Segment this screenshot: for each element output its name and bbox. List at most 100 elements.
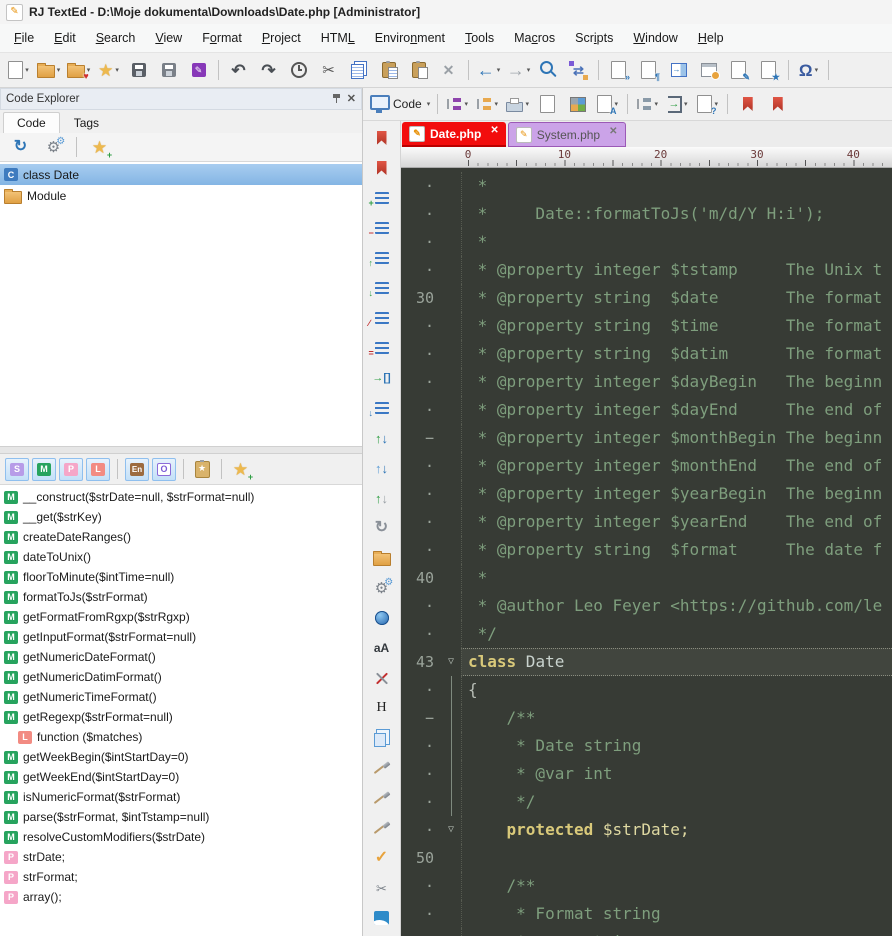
bookmark-button[interactable] — [763, 91, 792, 118]
function-list-item[interactable]: MisNumericFormat($strFormat) — [0, 787, 362, 807]
outline-options-button[interactable]: ▾ — [633, 91, 662, 118]
line-number-gutter[interactable]: · — [401, 312, 441, 340]
close-icon[interactable]: ✕ — [347, 94, 356, 105]
line-number-gutter[interactable]: − — [401, 424, 441, 452]
save-all-button[interactable] — [154, 57, 183, 84]
menu-format[interactable]: Format — [192, 26, 252, 50]
save-button[interactable] — [124, 57, 153, 84]
color-picker-button[interactable] — [563, 91, 592, 118]
syntax-mode-button[interactable]: Code▾ — [368, 91, 432, 118]
change-case-button[interactable]: aA — [369, 636, 395, 660]
code-line[interactable]: ·{ — [401, 676, 892, 704]
code-line[interactable]: 43▽class Date — [401, 648, 892, 676]
function-list-item[interactable]: MgetFormatFromRgxp($strRgxp) — [0, 607, 362, 627]
preview-in-browser-button[interactable] — [369, 606, 395, 630]
bookmark-add-button[interactable]: + — [733, 91, 762, 118]
add-favorite-button[interactable]: ★+ — [229, 458, 252, 480]
navigate-back-button[interactable]: ←▾ — [474, 57, 503, 84]
line-number-gutter[interactable]: · — [401, 368, 441, 396]
refresh-button[interactable]: ↻ — [6, 134, 35, 161]
code-line[interactable]: 40 * — [401, 564, 892, 592]
line-number-gutter[interactable]: 30 — [401, 284, 441, 312]
print-button[interactable]: ▾ — [503, 91, 532, 118]
line-number-gutter[interactable]: 40 — [401, 564, 441, 592]
charts-button[interactable] — [369, 906, 395, 930]
insert-line-button[interactable]: + — [369, 186, 395, 210]
options-button[interactable]: ⚙ — [369, 576, 395, 600]
validate-button[interactable]: ✓ — [369, 846, 395, 870]
side-panel-button[interactable] — [664, 57, 693, 84]
edit-document-button[interactable]: ✎ — [724, 57, 753, 84]
menu-project[interactable]: Project — [252, 26, 311, 50]
special-characters-button[interactable]: Ω▾ — [794, 57, 823, 84]
templates-button[interactable] — [369, 546, 395, 570]
function-list-item[interactable]: MgetInputFormat($strFormat=null) — [0, 627, 362, 647]
sort-ascending-button[interactable] — [369, 426, 395, 450]
document-help-button[interactable]: ?▾ — [693, 91, 722, 118]
code-line[interactable]: · */ — [401, 620, 892, 648]
new-file-button[interactable]: ▾ — [4, 57, 33, 84]
document-info-button[interactable] — [533, 91, 562, 118]
insert-tag-button[interactable] — [369, 366, 395, 390]
function-list-item[interactable]: MgetRegexp($strFormat=null) — [0, 707, 362, 727]
compare-files-button[interactable]: ⇄ — [564, 57, 593, 84]
clipboard-history-button[interactable] — [369, 726, 395, 750]
line-number-gutter[interactable]: · — [401, 592, 441, 620]
line-number-gutter[interactable]: · — [401, 872, 441, 900]
favorites-button[interactable]: ★▾ — [94, 57, 123, 84]
move-line-down-button[interactable]: ↓ — [369, 276, 395, 300]
line-number-gutter[interactable]: · — [401, 620, 441, 648]
menu-environment[interactable]: Environment — [365, 26, 455, 50]
outline-structure-button[interactable]: ▾ — [473, 91, 502, 118]
paste-special-button[interactable] — [374, 57, 403, 84]
code-line[interactable]: · * @property integer $dayEnd The end of — [401, 396, 892, 424]
menu-tools[interactable]: Tools — [455, 26, 504, 50]
filter-m-toggle[interactable]: M — [32, 458, 56, 481]
line-number-gutter[interactable]: · — [401, 760, 441, 788]
code-line[interactable]: · * @var string — [401, 928, 892, 936]
add-favorite-button[interactable]: ★+ — [85, 134, 114, 161]
code-line[interactable]: · * Date string — [401, 732, 892, 760]
line-number-gutter[interactable]: 43 — [401, 648, 441, 676]
line-number-gutter[interactable]: · — [401, 200, 441, 228]
menu-scripts[interactable]: Scripts — [565, 26, 623, 50]
line-number-gutter[interactable]: · — [401, 676, 441, 704]
tools-button[interactable] — [369, 666, 395, 690]
line-number-gutter[interactable]: · — [401, 340, 441, 368]
code-line[interactable]: · * Date::formatToJs('m/d/Y H:i'); — [401, 200, 892, 228]
code-line[interactable]: 50 — [401, 844, 892, 872]
sort-descending-button[interactable] — [369, 456, 395, 480]
filter-en-toggle[interactable]: En — [125, 458, 149, 481]
line-number-gutter[interactable]: · — [401, 816, 441, 844]
menu-file[interactable]: File — [4, 26, 44, 50]
function-list-item[interactable]: PstrDate; — [0, 847, 362, 867]
panel-splitter[interactable] — [0, 446, 362, 454]
window-options-button[interactable] — [694, 57, 723, 84]
code-line[interactable]: − /** — [401, 704, 892, 732]
code-line[interactable]: · * — [401, 172, 892, 200]
history-button[interactable] — [284, 57, 313, 84]
menu-help[interactable]: Help — [688, 26, 734, 50]
outline-functions-button[interactable]: ▾ — [443, 91, 472, 118]
code-line[interactable]: · * @property string $format The date f — [401, 536, 892, 564]
bookmark-add-button[interactable]: + — [369, 126, 395, 150]
code-snippets-button[interactable]: ✂ — [369, 876, 395, 900]
filter-p-toggle[interactable]: P — [59, 458, 83, 481]
function-list-item[interactable]: MgetNumericTimeFormat() — [0, 687, 362, 707]
code-line[interactable]: · /** — [401, 872, 892, 900]
menu-view[interactable]: View — [145, 26, 192, 50]
properties-button[interactable]: ⚙ — [39, 134, 68, 161]
line-number-gutter[interactable]: · — [401, 396, 441, 424]
paste-button[interactable] — [404, 57, 433, 84]
function-list-item[interactable]: MgetWeekEnd($intStartDay=0) — [0, 767, 362, 787]
navigate-forward-button[interactable]: →▾ — [504, 57, 533, 84]
code-line[interactable]: · * @property integer $dayBegin The begi… — [401, 368, 892, 396]
cut-button[interactable]: ✂ — [314, 57, 343, 84]
line-number-gutter[interactable]: 50 — [401, 844, 441, 872]
line-number-gutter[interactable]: · — [401, 508, 441, 536]
close-tab-icon[interactable]: ✕ — [609, 126, 617, 137]
delete-line-button[interactable]: − — [369, 216, 395, 240]
build-tool-1-button[interactable] — [369, 756, 395, 780]
open-favorite-button[interactable]: ♥▾ — [64, 57, 93, 84]
function-list-item[interactable]: Lfunction ($matches) — [0, 727, 362, 747]
